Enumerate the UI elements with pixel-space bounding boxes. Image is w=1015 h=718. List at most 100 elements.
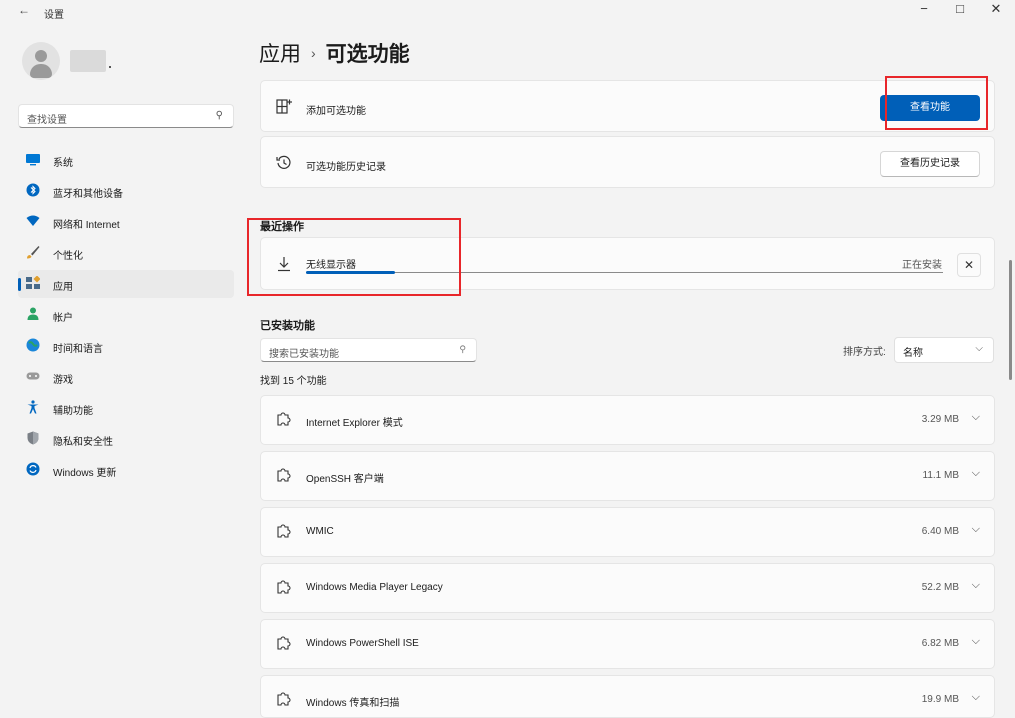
- download-icon: [278, 257, 290, 272]
- feature-row[interactable]: Windows 传真和扫描 19.9 MB ⌵: [260, 675, 995, 718]
- installed-search-input[interactable]: 搜索已安装功能 ⚲: [260, 338, 477, 362]
- puzzle-icon: [277, 692, 291, 706]
- install-status: 正在安装: [902, 260, 942, 271]
- installed-features-heading: 已安装功能: [260, 320, 315, 332]
- feature-row[interactable]: Internet Explorer 模式 3.29 MB ⌵: [260, 395, 995, 445]
- found-count: 找到 15 个功能: [260, 376, 327, 387]
- recent-actions-heading: 最近操作: [260, 221, 304, 233]
- feature-size: 6.82 MB: [921, 638, 959, 649]
- avatar[interactable]: [22, 42, 60, 80]
- settings-search-placeholder: 查找设置: [27, 115, 67, 126]
- sidebar-item-time-language[interactable]: 时间和语言: [18, 332, 234, 360]
- sidebar-item-label: 网络和 Internet: [53, 220, 120, 231]
- sidebar-item-bluetooth[interactable]: 蓝牙和其他设备: [18, 177, 234, 205]
- install-progress-bar: [306, 271, 943, 274]
- feature-row[interactable]: Windows PowerShell ISE 6.82 MB ⌵: [260, 619, 995, 669]
- shield-icon: [27, 431, 39, 445]
- sidebar-item-label: 蓝牙和其他设备: [53, 189, 123, 200]
- update-icon: [26, 462, 40, 476]
- brush-icon: [27, 246, 40, 259]
- sidebar-item-windows-update[interactable]: Windows 更新: [18, 456, 234, 484]
- chevron-down-icon: ⌵: [975, 343, 983, 354]
- settings-search-input[interactable]: 查找设置 ⚲: [18, 104, 234, 128]
- apps-icon: [26, 276, 40, 289]
- feature-row[interactable]: WMIC 6.40 MB ⌵: [260, 507, 995, 557]
- minimize-button[interactable]: −: [906, 0, 942, 22]
- feature-name: OpenSSH 客户端: [306, 474, 384, 485]
- sidebar-item-label: 系统: [53, 158, 73, 169]
- search-icon[interactable]: ⚲: [459, 344, 466, 355]
- sidebar-item-label: 帐户: [53, 313, 73, 324]
- feature-name: Windows PowerShell ISE: [306, 638, 419, 649]
- history-card: 可选功能历史记录 查看历史记录: [260, 136, 995, 188]
- app-title: 设置: [44, 10, 64, 21]
- chevron-down-icon[interactable]: ⌵: [972, 691, 980, 704]
- sidebar-item-label: Windows 更新: [53, 468, 117, 479]
- add-feature-card: 添加可选功能 查看功能: [260, 80, 995, 132]
- puzzle-icon: [277, 580, 291, 594]
- globe-clock-icon: [26, 338, 40, 352]
- feature-name: Windows Media Player Legacy: [306, 582, 443, 593]
- sidebar-item-network[interactable]: 网络和 Internet: [18, 208, 234, 236]
- feature-size: 6.40 MB: [921, 526, 959, 537]
- feature-row[interactable]: OpenSSH 客户端 11.1 MB ⌵: [260, 451, 995, 501]
- scrollbar[interactable]: [1009, 260, 1012, 380]
- chevron-down-icon[interactable]: ⌵: [972, 523, 980, 536]
- sort-label: 排序方式:: [843, 347, 886, 358]
- sidebar-item-label: 时间和语言: [53, 344, 103, 355]
- feature-row[interactable]: Windows Media Player Legacy 52.2 MB ⌵: [260, 563, 995, 613]
- view-history-button[interactable]: 查看历史记录: [880, 151, 980, 177]
- history-icon: [276, 155, 291, 169]
- breadcrumb: 应用 › 可选功能: [259, 38, 410, 68]
- sidebar-item-accessibility[interactable]: 辅助功能: [18, 394, 234, 422]
- feature-name: Windows 传真和扫描: [306, 698, 400, 709]
- feature-name: WMIC: [306, 526, 334, 537]
- history-label: 可选功能历史记录: [306, 162, 386, 173]
- bluetooth-icon: [26, 183, 40, 197]
- sidebar-item-accounts[interactable]: 帐户: [18, 301, 234, 329]
- sidebar-item-privacy[interactable]: 隐私和安全性: [18, 425, 234, 453]
- accessibility-icon: [27, 400, 39, 414]
- feature-size: 19.9 MB: [921, 694, 959, 705]
- puzzle-icon: [277, 468, 291, 482]
- add-grid-icon: [276, 99, 292, 114]
- puzzle-icon: [277, 524, 291, 538]
- maximize-button[interactable]: □: [942, 0, 978, 22]
- sort-select[interactable]: 名称 ⌵: [894, 337, 994, 363]
- sidebar-item-label: 应用: [53, 282, 73, 293]
- installed-search-placeholder: 搜索已安装功能: [269, 349, 339, 360]
- user-name-blurred: [70, 50, 111, 72]
- title-bar: ← 设置 − □ ✕: [0, 0, 1015, 24]
- chevron-down-icon[interactable]: ⌵: [972, 579, 980, 592]
- sidebar-item-gaming[interactable]: 游戏: [18, 363, 234, 391]
- feature-size: 52.2 MB: [921, 582, 959, 593]
- close-button[interactable]: ✕: [978, 0, 1014, 22]
- breadcrumb-parent[interactable]: 应用: [259, 43, 301, 66]
- monitor-icon: [26, 154, 40, 166]
- cancel-install-button[interactable]: ✕: [957, 253, 981, 277]
- sidebar-item-label: 个性化: [53, 251, 83, 262]
- wifi-icon: [26, 215, 40, 226]
- chevron-down-icon[interactable]: ⌵: [972, 467, 980, 480]
- person-icon: [27, 307, 39, 320]
- feature-size: 11.1 MB: [922, 470, 960, 481]
- sort-value: 名称: [903, 348, 923, 359]
- puzzle-icon: [277, 636, 291, 650]
- sidebar-item-apps[interactable]: 应用: [18, 270, 234, 298]
- chevron-down-icon[interactable]: ⌵: [972, 411, 980, 424]
- sidebar-item-system[interactable]: 系统: [18, 146, 234, 174]
- recent-item-name: 无线显示器: [306, 260, 356, 271]
- sidebar-item-personalization[interactable]: 个性化: [18, 239, 234, 267]
- sidebar-item-label: 游戏: [53, 375, 73, 386]
- feature-name: Internet Explorer 模式: [306, 418, 403, 429]
- sidebar-item-label: 隐私和安全性: [53, 437, 113, 448]
- add-feature-label: 添加可选功能: [306, 106, 366, 117]
- chevron-down-icon[interactable]: ⌵: [972, 635, 980, 648]
- search-icon[interactable]: ⚲: [216, 110, 223, 121]
- view-features-button[interactable]: 查看功能: [880, 95, 980, 121]
- page-title: 可选功能: [325, 43, 410, 66]
- selection-indicator: [18, 278, 21, 291]
- back-arrow-icon[interactable]: ←: [18, 3, 30, 17]
- gamepad-icon: [26, 372, 40, 380]
- puzzle-icon: [277, 412, 291, 426]
